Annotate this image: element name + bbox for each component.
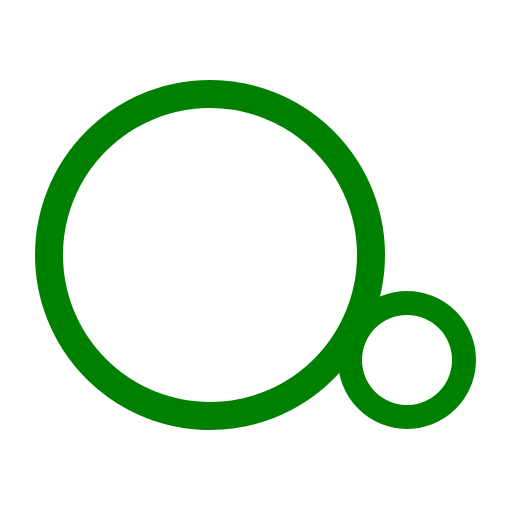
icon-canvas bbox=[0, 0, 512, 512]
large-circle bbox=[35, 80, 385, 430]
two-circles-icon bbox=[35, 80, 476, 430]
small-circle bbox=[338, 291, 476, 429]
